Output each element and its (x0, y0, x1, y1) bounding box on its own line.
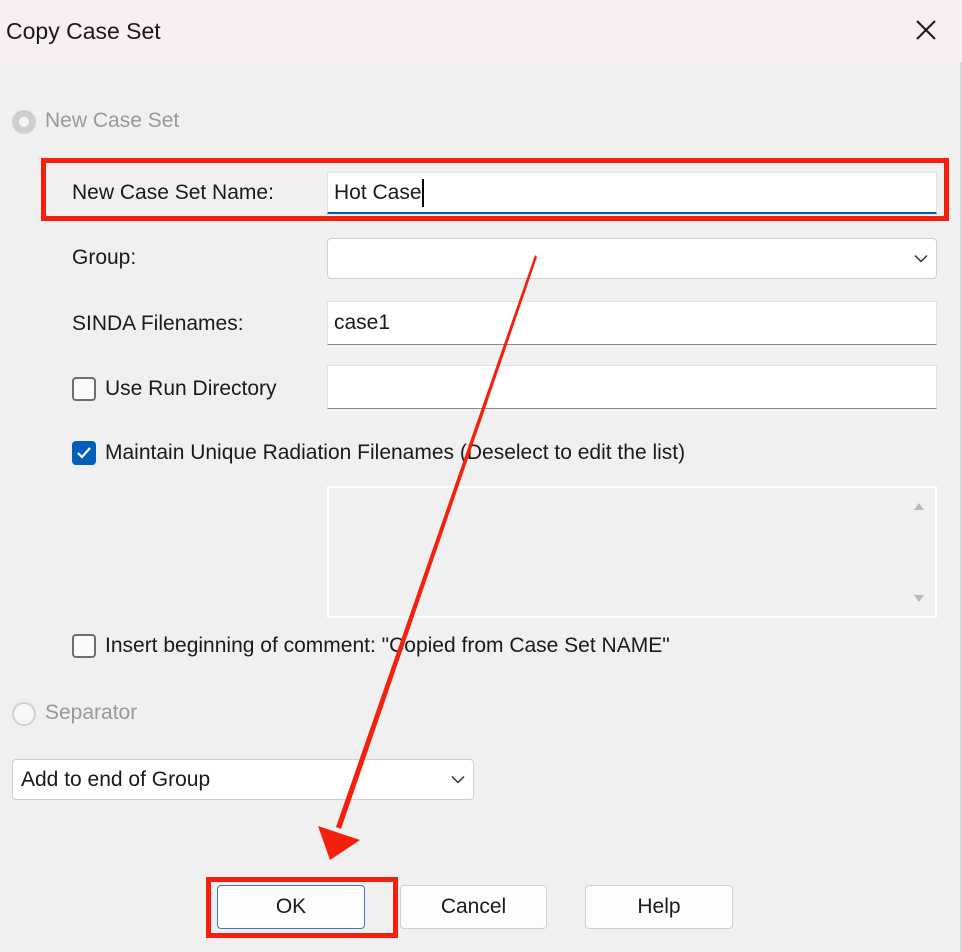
group-label: Group: (72, 246, 137, 269)
separator-label: Separator (45, 701, 138, 724)
group-select[interactable] (327, 238, 937, 279)
maintain-unique-checkbox[interactable] (72, 441, 96, 465)
use-run-directory-label: Use Run Directory (105, 377, 277, 400)
insert-comment-label: Insert beginning of comment: "Copied fro… (105, 634, 670, 657)
separator-radio[interactable] (12, 702, 36, 726)
scroll-down-arrow-icon[interactable] (913, 594, 925, 603)
text-caret (422, 179, 424, 207)
position-value: Add to end of Group (21, 767, 211, 791)
checkmark-icon (77, 447, 91, 459)
new-case-set-name-label: New Case Set Name: (72, 181, 274, 204)
position-select[interactable]: Add to end of Group (12, 759, 474, 800)
chevron-down-icon (451, 775, 465, 784)
chevron-down-icon (914, 254, 928, 263)
new-case-set-radio[interactable] (12, 110, 36, 134)
cancel-button[interactable]: Cancel (400, 885, 547, 929)
title-bar: Copy Case Set (0, 0, 962, 62)
run-directory-input[interactable] (327, 365, 937, 409)
ok-button[interactable]: OK (217, 885, 365, 929)
sinda-filenames-label: SINDA Filenames: (72, 312, 244, 335)
maintain-unique-label: Maintain Unique Radiation Filenames (Des… (105, 441, 686, 464)
close-button[interactable] (898, 8, 954, 54)
use-run-directory-checkbox[interactable] (72, 377, 96, 401)
new-case-set-name-value: Hot Case (334, 180, 422, 204)
close-icon (916, 20, 936, 40)
new-case-set-name-input[interactable]: Hot Case (327, 172, 937, 214)
sinda-filenames-input[interactable]: case1 (327, 301, 937, 345)
help-button[interactable]: Help (585, 885, 733, 929)
sinda-filenames-value: case1 (334, 311, 391, 334)
list-scrollbar[interactable] (903, 488, 935, 616)
insert-comment-checkbox[interactable] (72, 634, 96, 658)
new-case-set-label: New Case Set (45, 109, 180, 132)
radiation-filenames-list[interactable] (327, 486, 937, 618)
scroll-up-arrow-icon[interactable] (913, 502, 925, 511)
window-title: Copy Case Set (6, 18, 161, 44)
